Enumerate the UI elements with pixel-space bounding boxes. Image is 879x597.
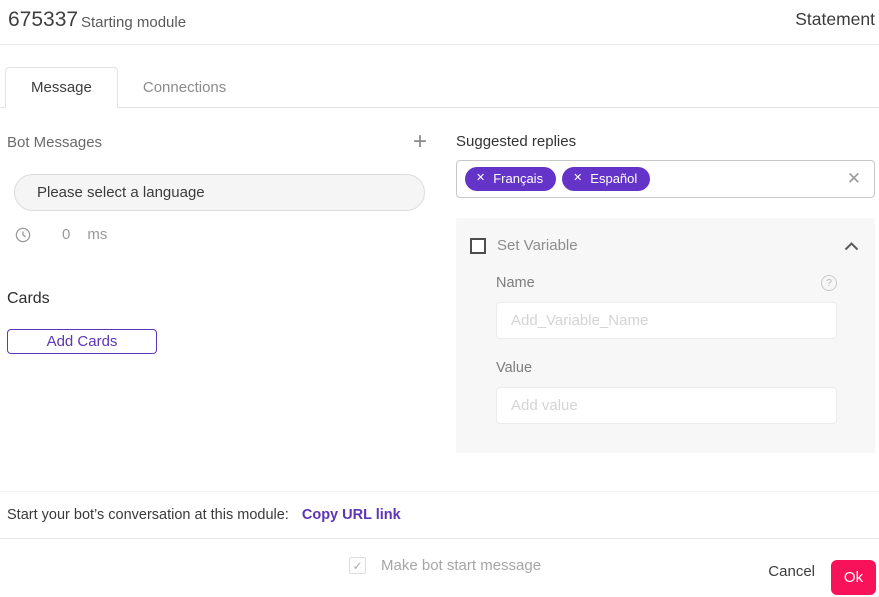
module-name: Starting module <box>81 14 186 31</box>
tab-message[interactable]: Message <box>5 67 118 108</box>
set-variable-panel: Set Variable Name ? Value <box>456 218 875 453</box>
set-variable-checkbox[interactable] <box>470 238 486 254</box>
tab-bar: Message Connections <box>0 68 879 108</box>
module-id: 675337 <box>8 8 78 32</box>
reply-tag-label: Español <box>590 171 637 186</box>
right-column: Suggested replies ✕ Français ✕ Español ✕… <box>456 133 875 453</box>
add-message-icon[interactable]: + <box>413 133 430 151</box>
module-editor-dialog: 675337 Starting module Statement Message… <box>0 0 879 597</box>
variable-name-label: Name <box>496 275 535 291</box>
copy-url-link[interactable]: Copy URL link <box>302 507 401 523</box>
set-variable-title: Set Variable <box>497 237 578 254</box>
bot-message-bubble[interactable]: Please select a language <box>14 174 425 211</box>
make-bot-start-checkbox[interactable]: ✓ <box>349 557 366 574</box>
delay-value[interactable]: 0 <box>62 226 70 243</box>
left-column: Bot Messages + Please select a language … <box>7 133 430 354</box>
chevron-up-icon[interactable] <box>844 240 859 251</box>
suggested-replies-input[interactable]: ✕ Français ✕ Español ✕ <box>456 160 875 198</box>
remove-tag-icon[interactable]: ✕ <box>476 173 485 184</box>
module-type: Statement <box>795 9 875 30</box>
reply-tag[interactable]: ✕ Español <box>562 167 650 191</box>
dialog-footer: ✓ Make bot start message Cancel Ok <box>0 538 879 597</box>
reply-tag[interactable]: ✕ Français <box>465 167 556 191</box>
clear-replies-icon[interactable]: ✕ <box>847 169 861 189</box>
remove-tag-icon[interactable]: ✕ <box>573 173 582 184</box>
make-bot-start-label: Make bot start message <box>381 557 541 574</box>
add-cards-button[interactable]: Add Cards <box>7 329 157 354</box>
ok-button[interactable]: Ok <box>831 560 876 595</box>
help-icon[interactable]: ? <box>821 275 837 291</box>
clock-icon <box>15 227 31 243</box>
start-link-row: Start your bot’s conversation at this mo… <box>7 507 401 523</box>
content-divider <box>0 491 879 492</box>
variable-value-label: Value <box>496 360 532 376</box>
tab-connections[interactable]: Connections <box>118 68 251 107</box>
cards-title: Cards <box>7 290 430 308</box>
dialog-header: 675337 Starting module Statement <box>0 0 879 45</box>
message-delay-row: 0 ms <box>7 226 430 243</box>
reply-tag-label: Français <box>493 171 543 186</box>
delay-unit: ms <box>87 226 107 243</box>
suggested-replies-title: Suggested replies <box>456 133 875 150</box>
cancel-button[interactable]: Cancel <box>768 563 815 580</box>
bot-messages-title: Bot Messages <box>7 134 102 151</box>
start-link-text: Start your bot’s conversation at this mo… <box>7 507 289 523</box>
variable-value-input[interactable] <box>496 387 837 424</box>
variable-name-input[interactable] <box>496 302 837 339</box>
